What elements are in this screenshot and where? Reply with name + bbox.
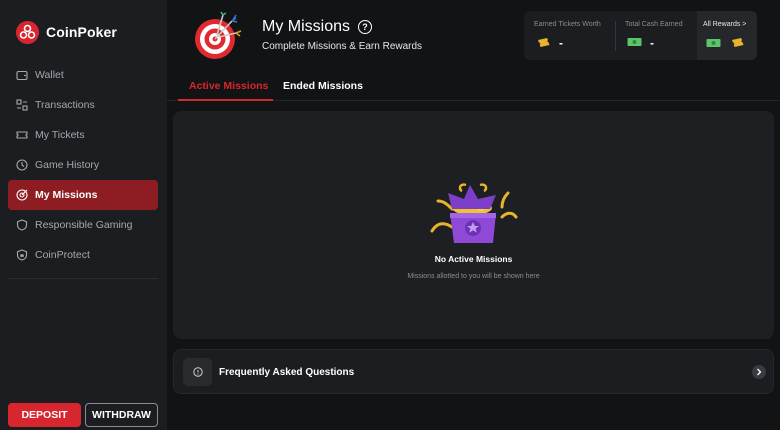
clock-icon bbox=[16, 159, 28, 171]
sidebar-item-label: Wallet bbox=[35, 69, 64, 81]
empty-state-title: No Active Missions bbox=[434, 254, 513, 264]
shield-icon bbox=[16, 219, 28, 231]
sidebar-item-label: My Missions bbox=[35, 189, 98, 201]
logo[interactable]: CoinPoker bbox=[16, 20, 117, 44]
shield-lock-icon bbox=[16, 249, 28, 261]
sidebar-item-my-tickets[interactable]: My Tickets bbox=[8, 120, 158, 150]
page-title: My Missions ? bbox=[262, 18, 373, 36]
sidebar-item-label: CoinProtect bbox=[35, 249, 90, 261]
empty-state-subtitle: Missions allotted to you will be shown h… bbox=[407, 273, 540, 280]
sidebar-item-game-history[interactable]: Game History bbox=[8, 150, 158, 180]
brand-name: CoinPoker bbox=[46, 24, 117, 40]
faq-label: Frequently Asked Questions bbox=[219, 367, 355, 378]
sidebar-item-transactions[interactable]: Transactions bbox=[8, 90, 158, 120]
sidebar-item-wallet[interactable]: Wallet bbox=[8, 60, 158, 90]
chevron-right-icon[interactable] bbox=[752, 365, 766, 379]
ticket-gold-icon bbox=[538, 38, 550, 47]
sidebar-nav: Wallet Transactions My Tickets Game Hist… bbox=[8, 60, 158, 270]
sidebar-item-label: Responsible Gaming bbox=[35, 219, 133, 231]
tab-ended-missions[interactable]: Ended Missions bbox=[283, 80, 363, 92]
sidebar-item-my-missions[interactable]: My Missions bbox=[8, 180, 158, 210]
help-icon[interactable]: ? bbox=[358, 20, 373, 34]
sidebar: CoinPoker Wallet Transactions My Tickets… bbox=[0, 0, 167, 430]
transactions-icon bbox=[16, 99, 28, 111]
all-rewards-label: All Rewards > bbox=[703, 21, 747, 28]
sidebar-divider bbox=[8, 278, 158, 279]
tickets-value: - bbox=[559, 36, 563, 50]
cash-value: - bbox=[650, 36, 654, 50]
faq-row[interactable]: Frequently Asked Questions bbox=[173, 349, 774, 394]
tickets-summary: Earned Tickets Worth - bbox=[524, 11, 615, 60]
faq-icon-box bbox=[183, 358, 212, 386]
sidebar-item-coinprotect[interactable]: CoinProtect bbox=[8, 240, 158, 270]
treasure-chest-icon bbox=[430, 183, 518, 243]
deposit-button[interactable]: DEPOSIT bbox=[8, 403, 81, 427]
sidebar-item-responsible-gaming[interactable]: Responsible Gaming bbox=[8, 210, 158, 240]
sidebar-item-label: Transactions bbox=[35, 99, 95, 111]
cash-summary: Total Cash Earned - bbox=[616, 11, 697, 60]
cash-label: Total Cash Earned bbox=[625, 21, 683, 28]
tickets-label: Earned Tickets Worth bbox=[534, 21, 601, 28]
active-tab-indicator bbox=[178, 99, 273, 101]
coinpoker-logo-icon bbox=[16, 20, 39, 44]
sidebar-item-label: My Tickets bbox=[35, 129, 85, 141]
cash-icon bbox=[627, 38, 642, 46]
withdraw-button[interactable]: WITHDRAW bbox=[85, 403, 158, 427]
cash-icon bbox=[706, 39, 721, 47]
tab-active-missions[interactable]: Active Missions bbox=[189, 80, 268, 92]
target-icon bbox=[16, 189, 28, 201]
dartboard-icon bbox=[195, 11, 242, 59]
rewards-summary: Earned Tickets Worth - Total Cash Earned… bbox=[524, 11, 757, 60]
ticket-icon bbox=[16, 131, 28, 139]
ticket-gold-icon bbox=[732, 38, 744, 47]
sidebar-item-label: Game History bbox=[35, 159, 100, 171]
page-subtitle: Complete Missions & Earn Rewards bbox=[262, 41, 423, 52]
help-circle-icon bbox=[192, 367, 203, 377]
wallet-icon bbox=[16, 70, 28, 81]
page-title-text: My Missions bbox=[262, 18, 351, 35]
all-rewards-button[interactable]: All Rewards > bbox=[697, 11, 757, 60]
